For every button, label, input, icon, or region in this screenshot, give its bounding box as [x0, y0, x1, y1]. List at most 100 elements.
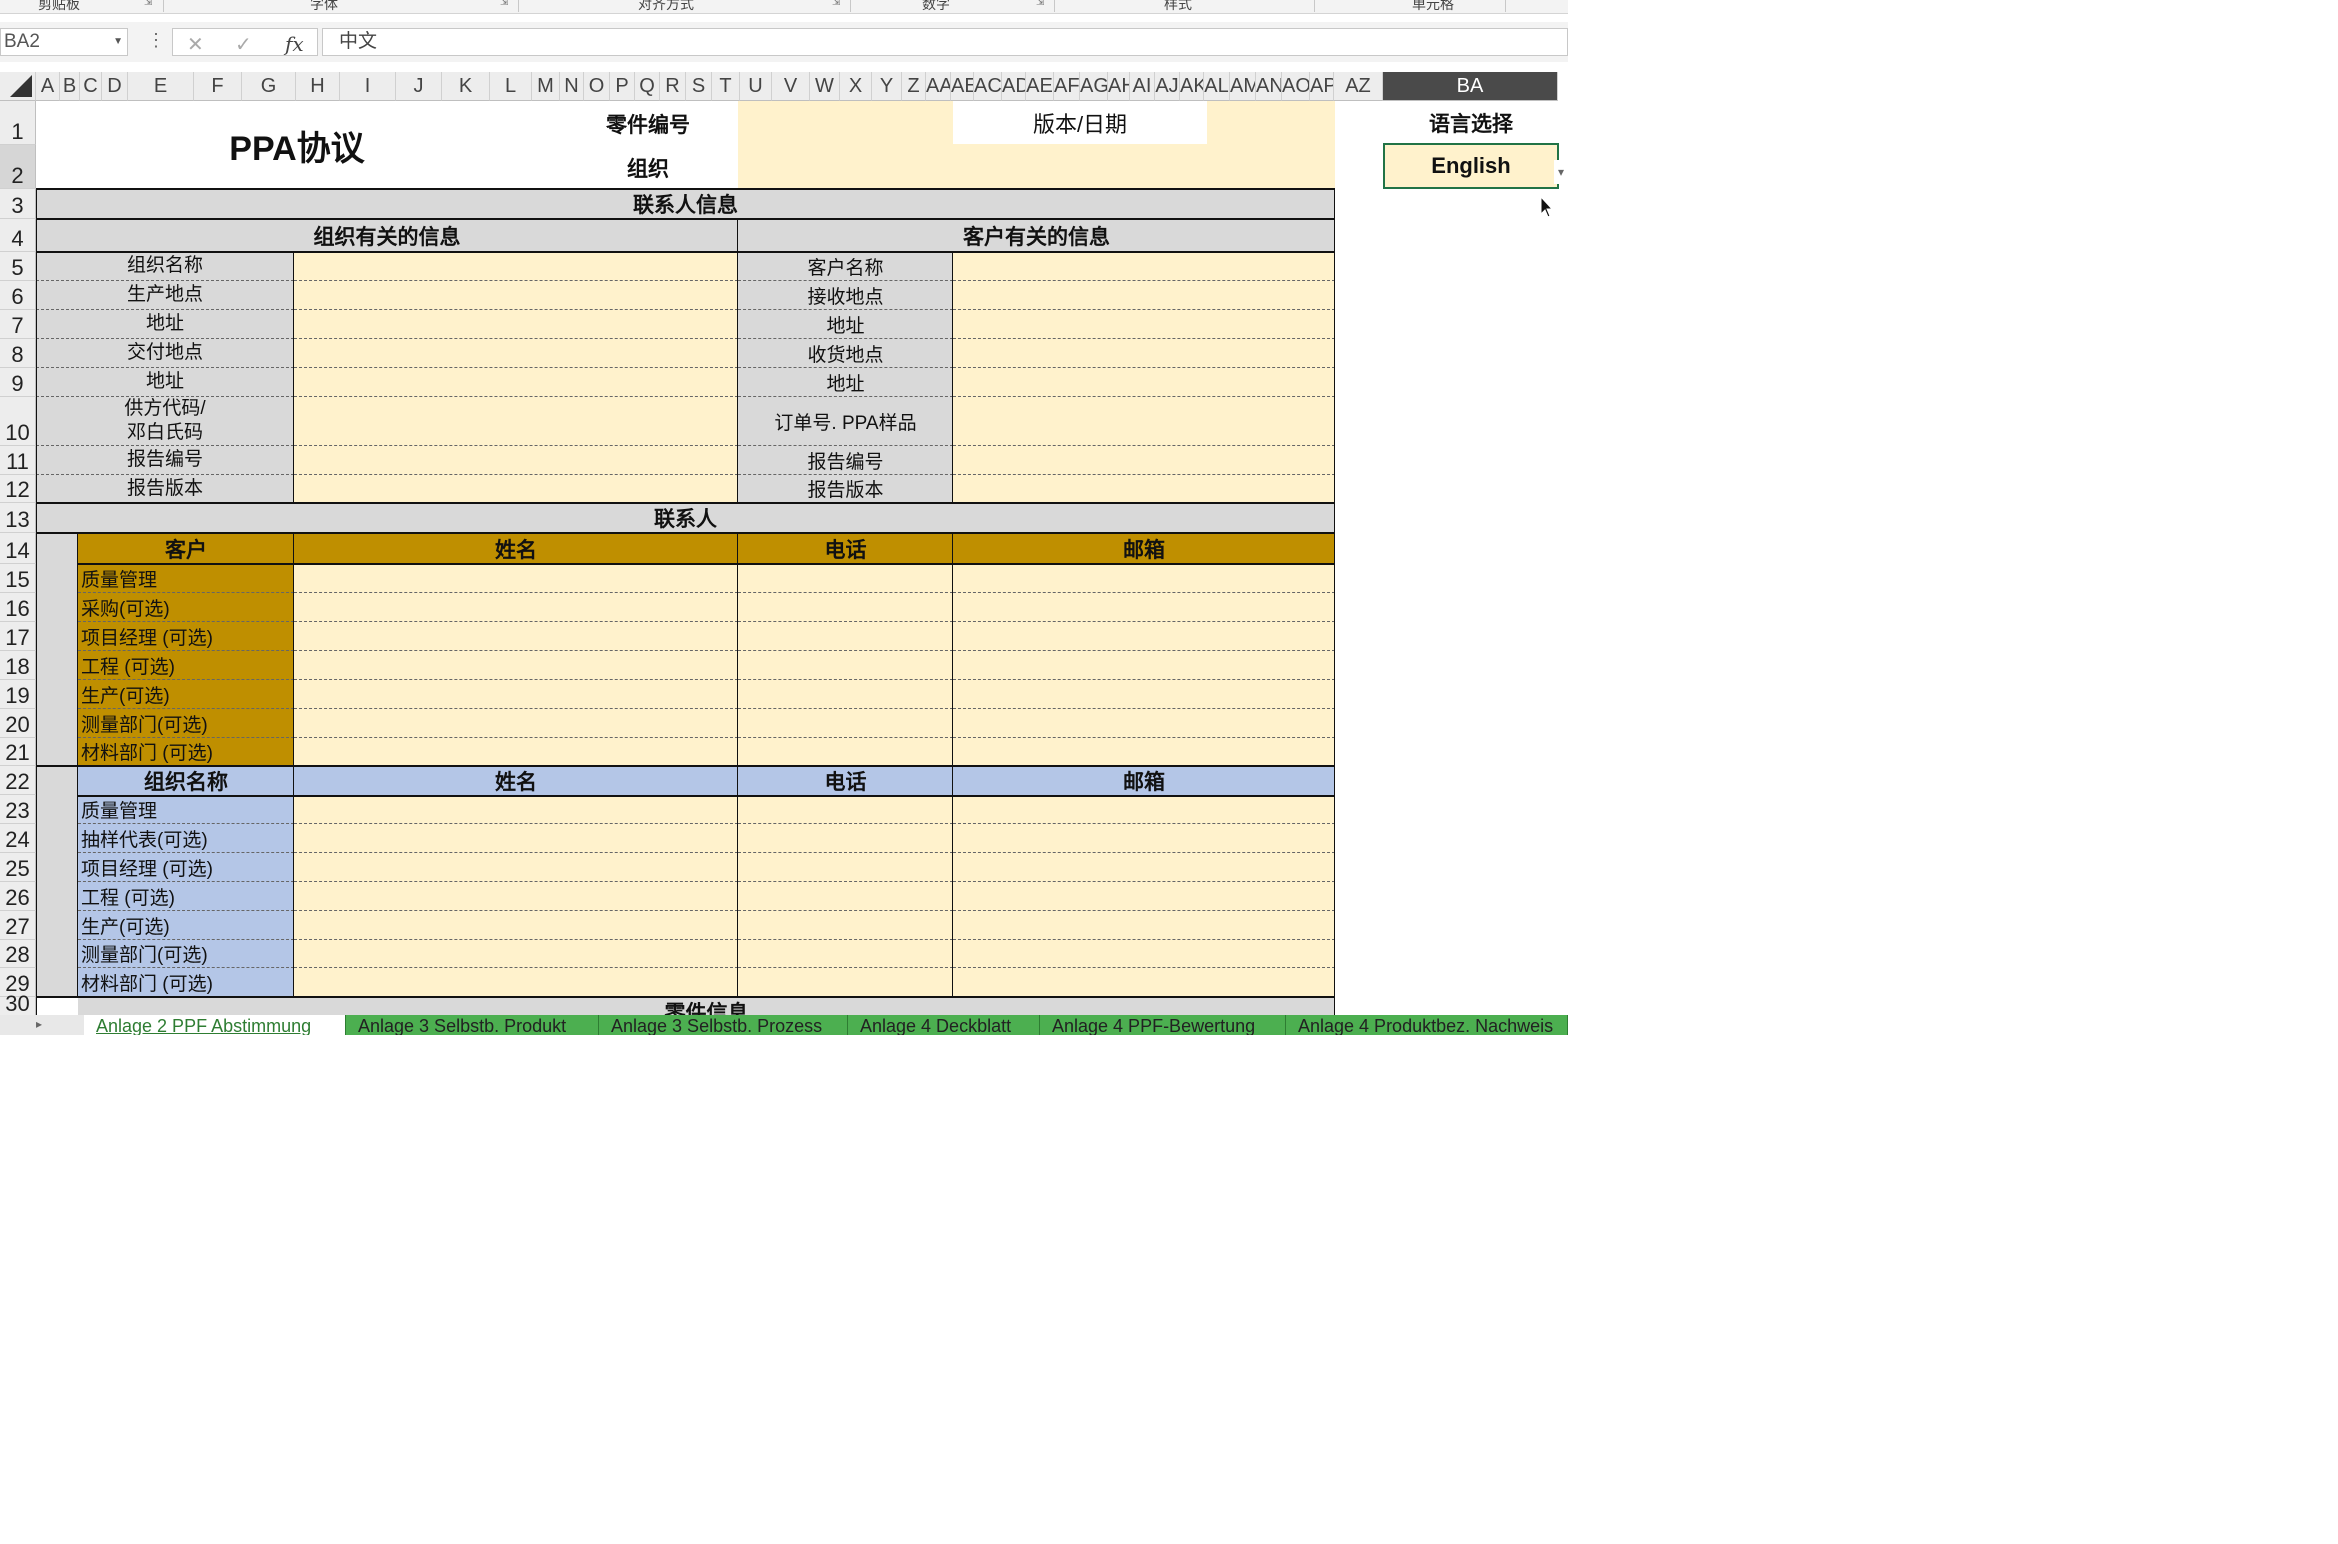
number-launcher-icon[interactable]: ⇲ [1036, 0, 1044, 8]
column-header-25[interactable]: Z [902, 72, 926, 101]
row-header-22[interactable]: 23 [0, 795, 36, 824]
sheet-tab-ppf-bewertung[interactable]: Anlage 4 PPF-Bewertung [1040, 1015, 1286, 1035]
column-header-1[interactable]: B [60, 72, 80, 101]
column-header-35[interactable]: AJ [1155, 72, 1180, 101]
contact-name-input[interactable] [294, 853, 738, 882]
contact-phone-input[interactable] [738, 564, 953, 593]
column-header-34[interactable]: AI [1130, 72, 1155, 101]
cancel-icon[interactable]: ✕ [187, 32, 204, 57]
column-header-40[interactable]: AO [1282, 72, 1310, 101]
contact-name-input[interactable] [294, 622, 738, 651]
row-header-12[interactable]: 13 [0, 503, 36, 533]
customer-field-input[interactable] [953, 475, 1335, 503]
row-header-17[interactable]: 18 [0, 651, 36, 680]
enter-check-icon[interactable]: ✓ [235, 32, 252, 57]
column-header-22[interactable]: W [810, 72, 840, 101]
contact-email-input[interactable] [953, 795, 1335, 824]
column-header-26[interactable]: AA [926, 72, 951, 101]
row-header-9[interactable]: 10 [0, 397, 36, 446]
column-header-21[interactable]: V [772, 72, 810, 101]
name-box[interactable]: BA2 ▼ [0, 28, 128, 56]
chevron-down-icon[interactable]: ▼ [113, 29, 123, 55]
contact-phone-input[interactable] [738, 853, 953, 882]
sheet-tab-produktbez-nachweis[interactable]: Anlage 4 Produktbez. Nachweis [1286, 1015, 1568, 1035]
column-header-19[interactable]: T [712, 72, 740, 101]
row-header-16[interactable]: 17 [0, 622, 36, 651]
column-header-6[interactable]: G [242, 72, 296, 101]
contact-phone-input[interactable] [738, 651, 953, 680]
row-header-7[interactable]: 8 [0, 339, 36, 368]
formula-input[interactable]: 中文 [322, 28, 1568, 56]
sheet-tab-deckblatt[interactable]: Anlage 4 Deckblatt [848, 1015, 1040, 1035]
customer-field-input[interactable] [953, 281, 1335, 310]
contact-email-input[interactable] [953, 824, 1335, 853]
customer-field-input[interactable] [953, 310, 1335, 339]
org-field-input[interactable] [294, 397, 738, 446]
row-header-19[interactable]: 20 [0, 709, 36, 738]
font-launcher-icon[interactable]: ⇲ [500, 0, 508, 8]
customer-field-input[interactable] [953, 339, 1335, 368]
row-header-13[interactable]: 14 [0, 533, 36, 564]
row-header-0[interactable]: 1 [0, 101, 36, 145]
contact-name-input[interactable] [294, 911, 738, 940]
contact-phone-input[interactable] [738, 680, 953, 709]
contact-name-input[interactable] [294, 968, 738, 997]
column-header-37[interactable]: AL [1204, 72, 1230, 101]
column-header-14[interactable]: O [584, 72, 610, 101]
select-all-corner[interactable] [0, 72, 36, 101]
contact-email-input[interactable] [953, 853, 1335, 882]
column-header-17[interactable]: R [660, 72, 686, 101]
row-header-23[interactable]: 24 [0, 824, 36, 853]
row-header-8[interactable]: 9 [0, 368, 36, 397]
column-header-7[interactable]: H [296, 72, 340, 101]
column-header-39[interactable]: AN [1256, 72, 1282, 101]
contact-email-input[interactable] [953, 564, 1335, 593]
clipboard-launcher-icon[interactable]: ⇲ [144, 0, 152, 8]
sheet-tab-ppf-abstimmung[interactable]: Anlage 2 PPF Abstimmung [84, 1015, 346, 1035]
column-header-28[interactable]: AC [974, 72, 1002, 101]
column-header-24[interactable]: Y [872, 72, 902, 101]
insert-function-icon[interactable]: fx [285, 32, 304, 56]
contact-email-input[interactable] [953, 738, 1335, 766]
contact-name-input[interactable] [294, 709, 738, 738]
column-header-31[interactable]: AF [1054, 72, 1080, 101]
org-field-input[interactable] [294, 368, 738, 397]
contact-name-input[interactable] [294, 680, 738, 709]
row-header-4[interactable]: 5 [0, 252, 36, 281]
column-header-10[interactable]: K [442, 72, 490, 101]
more-options-icon[interactable]: ⋮ [147, 30, 165, 51]
alignment-launcher-icon[interactable]: ⇲ [832, 0, 840, 8]
column-header-32[interactable]: AG [1080, 72, 1108, 101]
column-header-16[interactable]: Q [635, 72, 660, 101]
row-header-18[interactable]: 19 [0, 680, 36, 709]
dropdown-arrow-icon[interactable]: ▾ [1554, 160, 1568, 184]
row-header-15[interactable]: 16 [0, 593, 36, 622]
column-header-12[interactable]: M [532, 72, 560, 101]
row-header-11[interactable]: 12 [0, 475, 36, 503]
customer-field-input[interactable] [953, 397, 1335, 446]
contact-phone-input[interactable] [738, 593, 953, 622]
column-header-30[interactable]: AE [1026, 72, 1054, 101]
contact-email-input[interactable] [953, 709, 1335, 738]
column-header-27[interactable]: AE [951, 72, 974, 101]
contact-name-input[interactable] [294, 738, 738, 766]
contact-phone-input[interactable] [738, 738, 953, 766]
column-header-15[interactable]: P [610, 72, 635, 101]
org-field-input[interactable] [294, 281, 738, 310]
contact-phone-input[interactable] [738, 940, 953, 968]
column-header-0[interactable]: A [36, 72, 60, 101]
sheet-tab-selbstb-produkt[interactable]: Anlage 3 Selbstb. Produkt [346, 1015, 599, 1035]
row-header-2[interactable]: 3 [0, 189, 36, 219]
language-select-dropdown[interactable]: English [1383, 143, 1559, 189]
contact-name-input[interactable] [294, 564, 738, 593]
column-header-4[interactable]: E [128, 72, 194, 101]
contact-email-input[interactable] [953, 968, 1335, 997]
contact-name-input[interactable] [294, 882, 738, 911]
contact-phone-input[interactable] [738, 824, 953, 853]
row-header-5[interactable]: 6 [0, 281, 36, 310]
column-header-9[interactable]: J [396, 72, 442, 101]
row-header-3[interactable]: 4 [0, 219, 36, 252]
column-header-33[interactable]: AH [1108, 72, 1130, 101]
row-header-25[interactable]: 26 [0, 882, 36, 911]
contact-email-input[interactable] [953, 882, 1335, 911]
